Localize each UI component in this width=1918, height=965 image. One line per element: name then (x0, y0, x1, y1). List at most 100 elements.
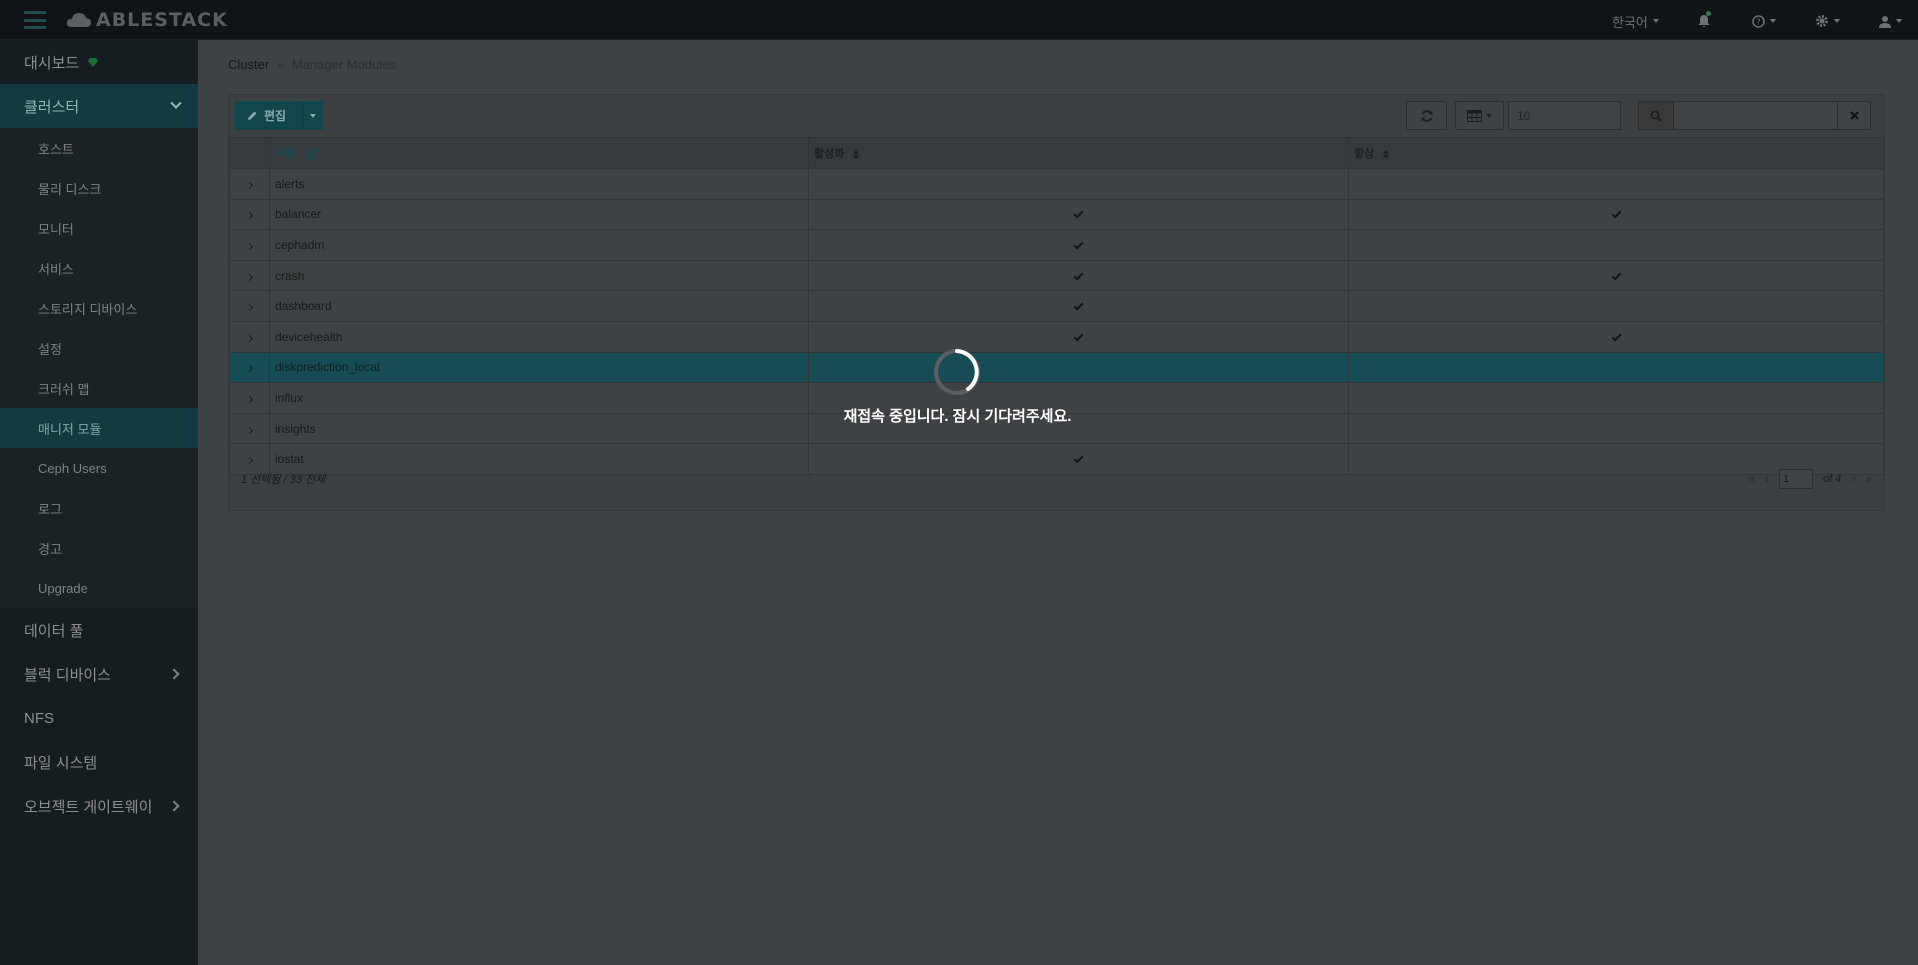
table-body: alerts balancer cephadm crash dashboard devic… (229, 168, 1884, 475)
sidebar-item-pools[interactable]: 데이터 풀 (0, 608, 198, 652)
row-expander[interactable] (229, 382, 270, 414)
sidebar-item-manager-modules[interactable]: 매니저 모듈 (0, 408, 198, 448)
row-expander[interactable] (229, 229, 270, 261)
next-page-icon[interactable]: › (1851, 472, 1855, 486)
menu-icon[interactable] (24, 11, 46, 29)
page-size-value: 10 (1517, 108, 1531, 123)
table-row[interactable]: alerts (229, 168, 1884, 200)
sidebar-item-dashboard[interactable]: 대시보드 (0, 40, 198, 84)
column-header-always-on[interactable]: 항상 (1348, 137, 1884, 169)
breadcrumb-separator-icon: » (277, 57, 284, 72)
table-header-row: 이름 활성화 항상 (229, 137, 1884, 169)
row-expander[interactable] (229, 168, 270, 200)
sidebar-item-osds[interactable]: 스토리지 디바이스 (0, 288, 198, 328)
selection-count: 1 선택됨 / 33 전체 (241, 474, 326, 486)
notifications-button[interactable] (1697, 11, 1711, 30)
sidebar-item-alerts[interactable]: 경고 (0, 528, 198, 568)
sidebar-item-label: 클러스터 (24, 98, 80, 116)
sidebar-item-cluster[interactable]: 클러스터 (0, 84, 198, 128)
page-number-input[interactable]: 1 (1778, 469, 1813, 489)
sidebar-item-crush-map[interactable]: 크러쉬 맵 (0, 368, 198, 408)
cloud-icon (66, 13, 91, 27)
chevron-right-icon (245, 395, 254, 403)
sidebar-item-logs[interactable]: 로그 (0, 488, 198, 528)
user-icon (1879, 15, 1891, 28)
language-selector[interactable]: 한국어 (1612, 12, 1659, 30)
edit-button-group: 편집 (234, 101, 323, 130)
table-row[interactable]: diskprediction_local (229, 351, 1884, 384)
page-size-input[interactable]: 10 (1508, 101, 1621, 130)
breadcrumb-current: Manager Modules (291, 57, 396, 72)
row-expander[interactable] (229, 259, 270, 292)
column-header-enabled[interactable]: 활성화 (808, 137, 1349, 169)
search-input[interactable] (1674, 101, 1838, 130)
sidebar-item-monitors[interactable]: 모니터 (0, 208, 198, 248)
page-number-value: 1 (1782, 473, 1790, 485)
sidebar-item-filesystems[interactable]: 파일 시스템 (0, 740, 198, 784)
enabled-cell (808, 290, 1349, 322)
first-page-icon[interactable]: « (1748, 472, 1755, 486)
cluster-submenu: 호스트 물리 디스크 모니터 서비스 스토리지 디바이스 설정 크러쉬 맵 매니… (0, 128, 198, 608)
table-row[interactable]: devicehealth (229, 320, 1884, 353)
sidebar-item-label: Ceph Users (38, 460, 107, 476)
sidebar-item-nfs[interactable]: NFS (0, 696, 198, 740)
row-expander[interactable] (229, 320, 270, 353)
edit-button[interactable]: 편집 (234, 107, 302, 124)
table-row[interactable]: crash (229, 259, 1884, 292)
column-header-name[interactable]: 이름 (269, 137, 809, 169)
breadcrumb-cluster[interactable]: Cluster (228, 57, 269, 72)
sidebar-item-hosts[interactable]: 호스트 (0, 128, 198, 168)
table-row[interactable]: cephadm (229, 229, 1884, 261)
module-name-cell: devicehealth (269, 320, 809, 353)
last-page-icon[interactable]: » (1865, 472, 1872, 486)
sidebar-item-physical-disks[interactable]: 물리 디스크 (0, 168, 198, 208)
sidebar-item-label: 대시보드 (24, 54, 80, 72)
table-row[interactable]: dashboard (229, 290, 1884, 322)
refresh-button[interactable] (1406, 101, 1447, 130)
sidebar-item-services[interactable]: 서비스 (0, 248, 198, 288)
sidebar-item-configuration[interactable]: 설정 (0, 328, 198, 368)
row-expander[interactable] (229, 198, 270, 231)
column-toggle-button[interactable] (1455, 101, 1504, 130)
enabled-cell (808, 229, 1349, 261)
sidebar-item-block[interactable]: 블럭 디바이스 (0, 652, 198, 696)
notification-dot (1706, 11, 1711, 16)
row-expander[interactable] (229, 290, 270, 322)
edit-dropdown-toggle[interactable] (302, 101, 323, 130)
help-menu[interactable]: ? (1752, 12, 1776, 30)
sidebar-item-label: 블럭 디바이스 (24, 666, 111, 684)
table-row[interactable]: balancer (229, 198, 1884, 231)
breadcrumb: Cluster » Manager Modules (228, 57, 396, 72)
module-name-cell: cephadm (269, 229, 809, 261)
row-expander[interactable] (229, 351, 270, 384)
column-header-label: 이름 (275, 148, 296, 160)
check-icon (1073, 208, 1084, 219)
brand-logo[interactable]: ABLESTACK (66, 8, 228, 32)
sidebar-item-upgrade[interactable]: Upgrade (0, 568, 198, 608)
sidebar-item-label: NFS (24, 709, 54, 727)
check-icon (1611, 270, 1621, 281)
sidebar-item-ceph-users[interactable]: Ceph Users (0, 448, 198, 488)
sidebar-item-label: 로그 (38, 501, 62, 517)
sort-icon (853, 149, 860, 159)
loading-spinner-icon (934, 349, 980, 395)
module-name-cell: dashboard (269, 290, 809, 322)
help-icon: ? (1752, 14, 1765, 28)
brand-name: ABLESTACK (96, 9, 228, 31)
top-navbar: ABLESTACK 한국어 ? (0, 0, 1918, 40)
user-menu[interactable] (1879, 12, 1902, 30)
settings-menu[interactable] (1815, 12, 1840, 30)
always-on-cell (1348, 168, 1884, 200)
health-heart-icon (88, 58, 99, 67)
clear-search-button[interactable] (1838, 101, 1871, 130)
always-on-cell (1348, 412, 1884, 445)
reconnect-message: 재접속 중입니다. 잠시 기다려주세요. (843, 408, 1072, 425)
search-icon (1650, 110, 1662, 122)
always-on-cell (1348, 259, 1884, 292)
row-expander[interactable] (229, 412, 270, 445)
sidebar-item-label: 오브젝트 게이트웨이 (24, 798, 153, 816)
sidebar-item-object-gateway[interactable]: 오브젝트 게이트웨이 (0, 784, 198, 828)
prev-page-icon[interactable]: ‹ (1765, 472, 1769, 486)
bell-icon (1698, 15, 1710, 27)
enabled-cell (808, 168, 1349, 200)
